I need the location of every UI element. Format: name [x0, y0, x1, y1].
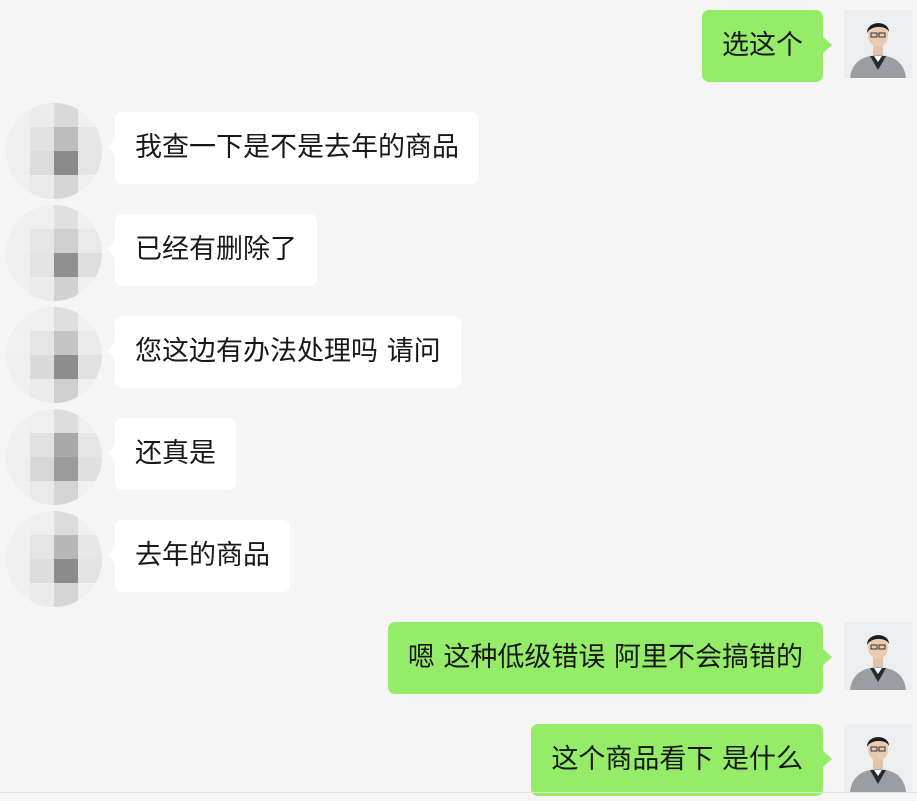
message-text: 嗯 这种低级错误 阿里不会搞错的: [407, 642, 803, 673]
contact-avatar[interactable]: [6, 409, 102, 505]
message-text: 您这边有办法处理吗 请问: [135, 336, 441, 367]
self-avatar[interactable]: [844, 622, 912, 690]
chat-message-row: 我查一下是不是去年的商品: [0, 103, 917, 199]
message-text: 去年的商品: [135, 540, 270, 571]
incoming-message-bubble[interactable]: 我查一下是不是去年的商品: [115, 112, 479, 184]
incoming-message-bubble[interactable]: 还真是: [115, 418, 236, 490]
chat-message-row: 这个商品看下 是什么: [0, 724, 917, 796]
chat-message-row: 去年的商品: [0, 511, 917, 607]
contact-avatar[interactable]: [6, 205, 102, 301]
person-icon: [844, 622, 912, 690]
chat-message-row: 还真是: [0, 409, 917, 505]
person-icon: [844, 10, 912, 78]
incoming-message-bubble[interactable]: 已经有删除了: [115, 214, 317, 286]
bubble-tail: [822, 36, 832, 54]
message-text: 已经有删除了: [135, 234, 297, 265]
contact-avatar[interactable]: [6, 307, 102, 403]
message-text: 还真是: [135, 438, 216, 469]
divider: [0, 792, 917, 793]
outgoing-message-bubble[interactable]: 选这个: [702, 10, 823, 82]
outgoing-message-bubble[interactable]: 嗯 这种低级错误 阿里不会搞错的: [387, 622, 823, 694]
message-text: 我查一下是不是去年的商品: [135, 132, 459, 163]
self-avatar[interactable]: [844, 724, 912, 792]
person-icon: [844, 724, 912, 792]
outgoing-message-bubble[interactable]: 这个商品看下 是什么: [531, 724, 823, 796]
chat-message-row: 您这边有办法处理吗 请问: [0, 307, 917, 403]
chat-message-row: 已经有删除了: [0, 205, 917, 301]
chat-message-row: 嗯 这种低级错误 阿里不会搞错的: [0, 622, 917, 694]
contact-avatar[interactable]: [6, 103, 102, 199]
self-avatar[interactable]: [844, 10, 912, 78]
incoming-message-bubble[interactable]: 去年的商品: [115, 520, 290, 592]
message-text: 这个商品看下 是什么: [551, 744, 803, 775]
bubble-tail: [822, 648, 832, 666]
contact-avatar[interactable]: [6, 511, 102, 607]
bubble-tail: [822, 750, 832, 768]
chat-message-row: 选这个: [0, 10, 917, 82]
incoming-message-bubble[interactable]: 您这边有办法处理吗 请问: [115, 316, 461, 388]
message-text: 选这个: [722, 30, 803, 61]
